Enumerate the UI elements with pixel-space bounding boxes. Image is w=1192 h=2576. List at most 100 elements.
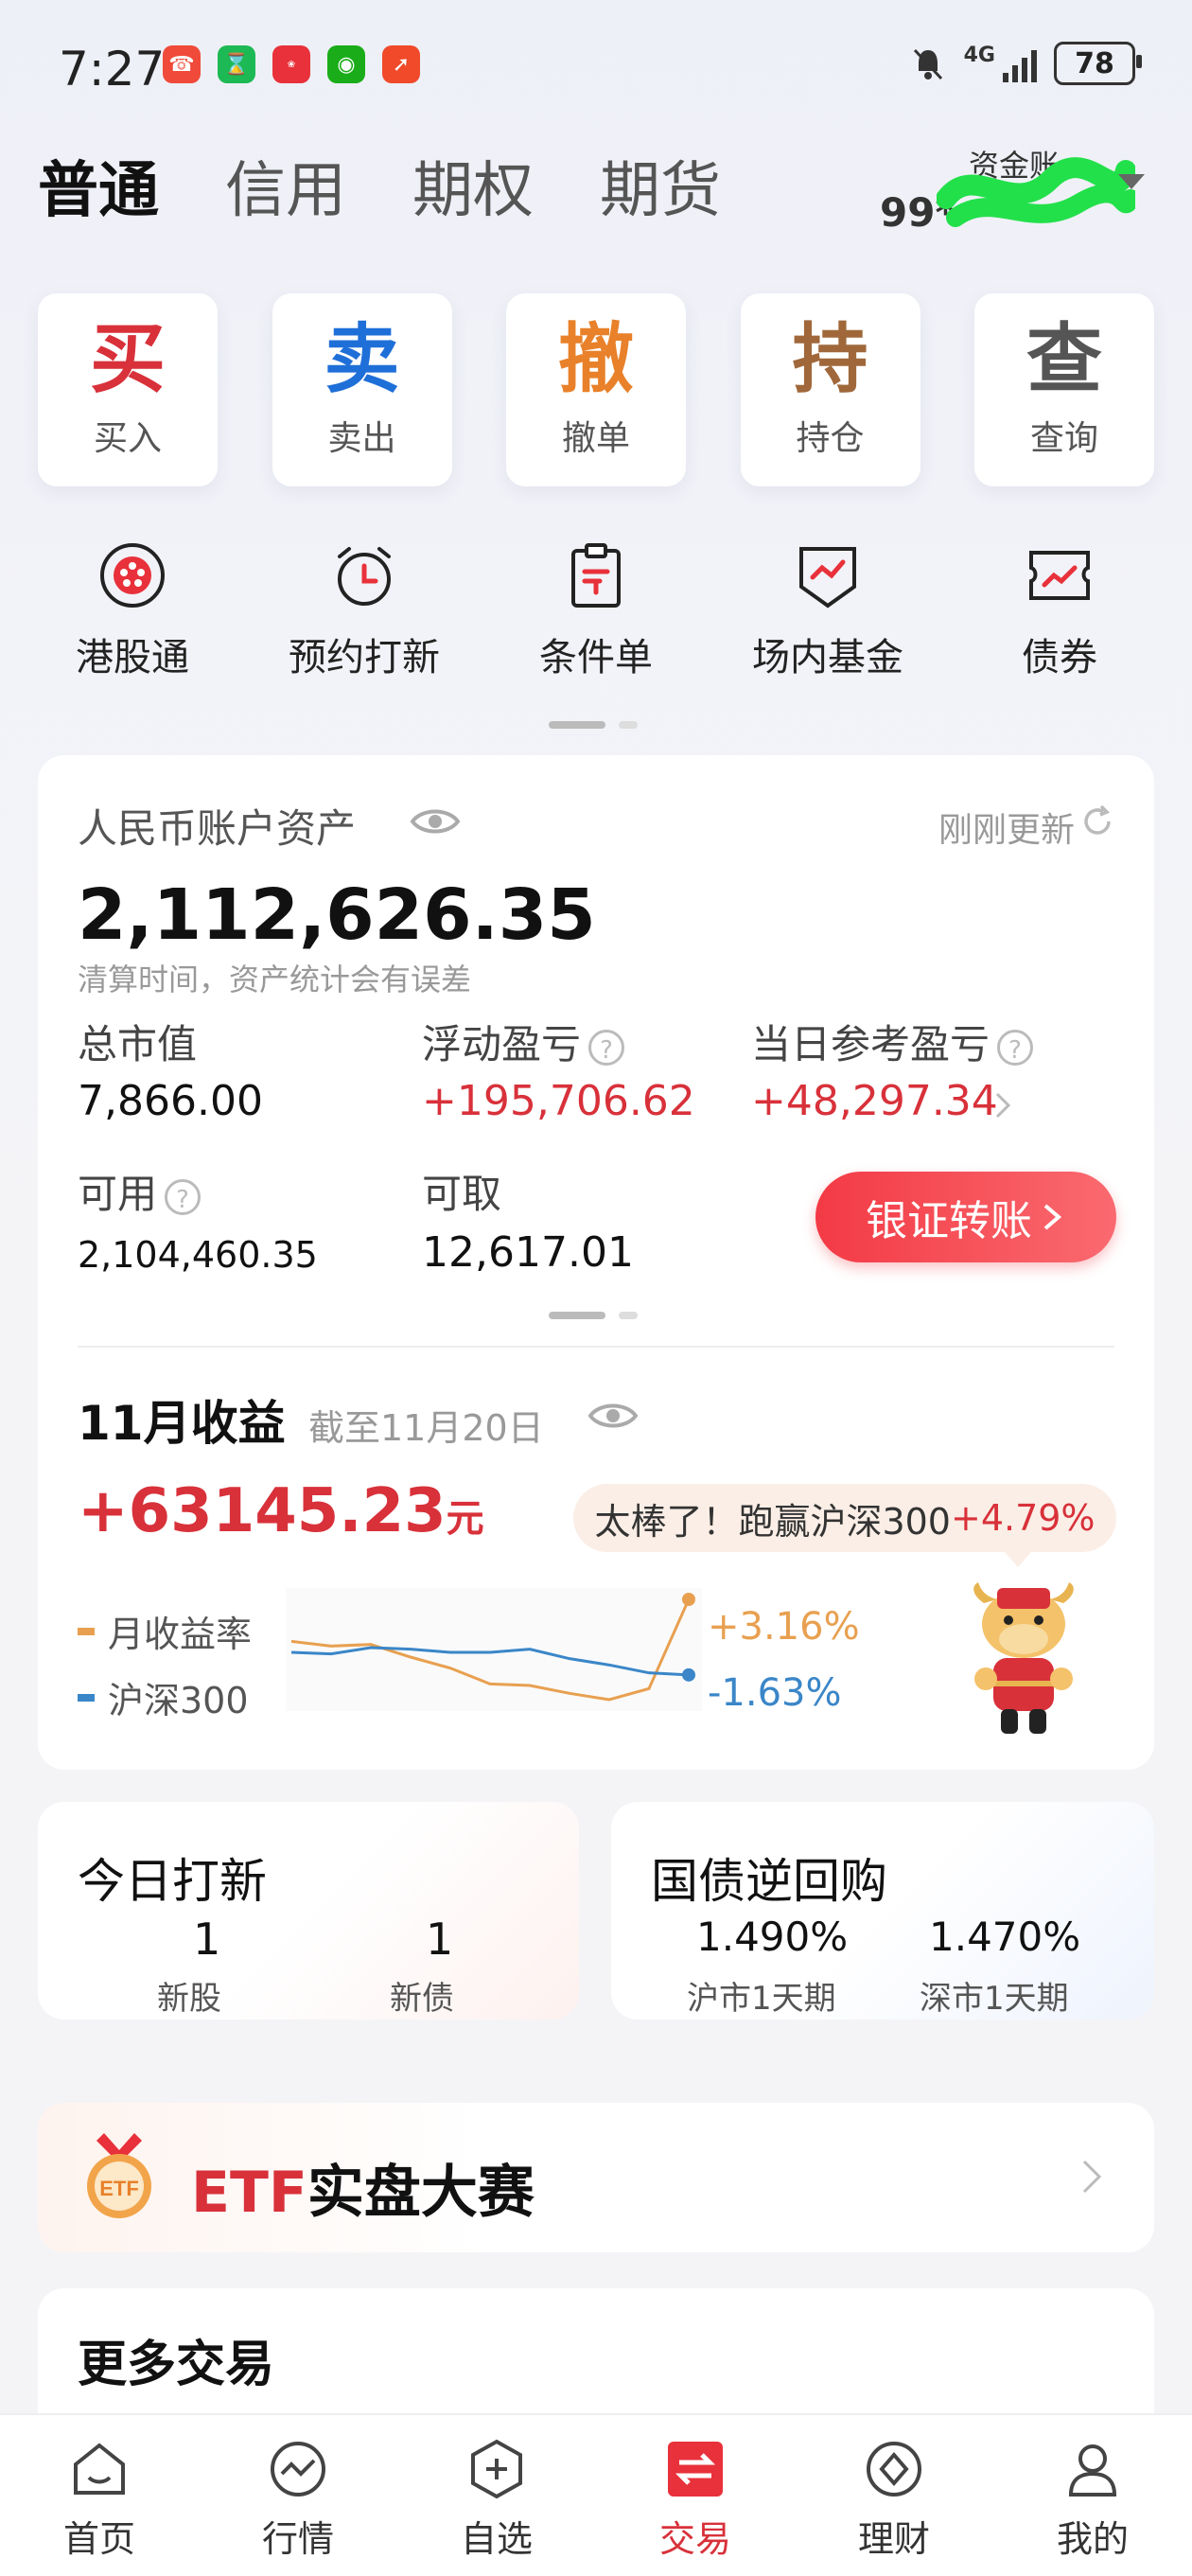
help-icon[interactable]: ?	[165, 1179, 201, 1215]
nav-label: 首页	[63, 2510, 135, 2562]
quick-hk-connect[interactable]: 港股通	[38, 539, 227, 681]
page-indicator	[549, 721, 638, 729]
index-point	[682, 1668, 695, 1682]
positions-button[interactable]: 持 持仓	[741, 293, 920, 486]
quick-bonds[interactable]: 债券	[965, 539, 1154, 681]
bubble-text: 太棒了！跑赢沪深300	[594, 1492, 951, 1544]
etf-suffix: 实盘大赛	[307, 2160, 535, 2226]
huawei-app-icon: ❀	[272, 45, 310, 83]
eye-icon[interactable]	[409, 804, 462, 838]
new-bonds-label: 新债	[390, 1972, 454, 2019]
sell-glyph: 卖	[324, 314, 400, 405]
eye-icon[interactable]	[587, 1399, 640, 1433]
query-label: 查询	[1030, 411, 1098, 460]
trade-actions: 买 买入 卖 卖出 撤 撤单 持 持仓 查 查询	[38, 293, 1154, 486]
quick-entries: 港股通 预约打新 条件单 场内基金 债券	[38, 539, 1154, 681]
nav-label: 自选	[461, 2510, 533, 2562]
daily-pl-label: 当日参考盈亏	[751, 1021, 990, 1067]
tab-credit[interactable]: 信用	[225, 142, 346, 229]
monthly-as-of: 截至11月20日	[308, 1399, 544, 1451]
etf-contest-banner[interactable]: ETF ETF实盘大赛	[38, 2103, 1154, 2252]
sell-button[interactable]: 卖 卖出	[272, 293, 452, 486]
trade-icon	[662, 2436, 728, 2502]
sell-label: 卖出	[327, 411, 395, 460]
transfer-label: 银证转账	[866, 1187, 1032, 1247]
profile-icon	[1060, 2436, 1126, 2502]
refresh-icon[interactable]	[1080, 804, 1114, 838]
sz-repo-label: 深市1天期	[920, 1972, 1069, 2019]
buy-button[interactable]: 买 买入	[38, 293, 218, 486]
nav-label: 行情	[262, 2510, 334, 2562]
account-selector[interactable]: 资金账 99*	[861, 142, 1145, 246]
wealth-icon	[861, 2436, 927, 2502]
index-rate: -1.63%	[708, 1671, 842, 1715]
market-icon	[265, 2436, 331, 2502]
new-stocks-label: 新股	[157, 1972, 221, 2019]
cancel-order-button[interactable]: 撤 撤单	[506, 293, 686, 486]
quick-label: 条件单	[539, 626, 653, 681]
help-icon[interactable]: ?	[588, 1030, 624, 1066]
status-time: 7:27	[59, 42, 165, 97]
nav-profile[interactable]: 我的	[1008, 2415, 1178, 2576]
divider	[78, 1346, 1114, 1348]
mute-bell-icon	[909, 44, 947, 82]
asset-card: 人民币账户资产 刚刚更新 2,112,626.35 清算时间，资产统计会有误差 …	[38, 755, 1154, 1770]
ox-mascot-icon	[965, 1575, 1082, 1741]
floating-pl: +195,706.62	[422, 1077, 695, 1125]
clipboard-icon	[560, 539, 632, 611]
nav-trade[interactable]: 交易	[610, 2415, 780, 2576]
floating-pl-label-row: 浮动盈亏?	[422, 1013, 624, 1070]
daily-pl-label-row: 当日参考盈亏?	[751, 1013, 1033, 1070]
account-type-tabs: 普通 信用 期权 期货	[38, 142, 721, 229]
daily-pl[interactable]: +48,297.34	[751, 1077, 998, 1125]
chevron-down-icon	[1118, 174, 1145, 189]
phone-app-icon: ☎	[163, 45, 201, 83]
nav-watchlist[interactable]: 自选	[412, 2415, 582, 2576]
monthly-unit: 元	[447, 1497, 484, 1541]
more-trade-title: 更多交易	[78, 2324, 274, 2395]
bank-transfer-button[interactable]: 银证转账	[815, 1172, 1116, 1262]
available-label: 可用	[78, 1171, 157, 1217]
legend-index: 沪深300	[78, 1671, 249, 1723]
quick-exchange-fund[interactable]: 场内基金	[733, 539, 922, 681]
treasury-repo-card[interactable]: 国债逆回购 1.490% 沪市1天期 1.470% 深市1天期	[611, 1802, 1154, 2020]
nav-label: 交易	[659, 2510, 731, 2562]
nav-wealth[interactable]: 理财	[809, 2415, 979, 2576]
positions-label: 持仓	[796, 411, 864, 460]
available-funds: 2,104,460.35	[78, 1234, 318, 1276]
nav-label: 理财	[858, 2510, 930, 2562]
nav-home[interactable]: 首页	[14, 2415, 184, 2576]
bond-ticket-icon	[1024, 539, 1096, 611]
asset-note: 清算时间，资产统计会有误差	[78, 956, 471, 999]
monthly-rate: +3.16%	[708, 1605, 860, 1649]
battery-level: 78	[1075, 47, 1114, 80]
sh-repo-rate: 1.490%	[696, 1914, 848, 1960]
quick-conditional-order[interactable]: 条件单	[501, 539, 691, 681]
tab-futures[interactable]: 期货	[600, 142, 721, 229]
repo-title: 国债逆回购	[651, 1844, 887, 1912]
battery-icon: 78	[1054, 42, 1135, 85]
bubble-value: +4.79%	[951, 1497, 1096, 1539]
withdrawable-label: 可取	[422, 1162, 501, 1220]
ipo-title: 今日打新	[78, 1844, 267, 1912]
hk-connect-icon	[96, 539, 168, 611]
help-icon[interactable]: ?	[997, 1030, 1033, 1066]
total-assets: 2,112,626.35	[78, 874, 596, 956]
quick-ipo-reserve[interactable]: 预约打新	[270, 539, 459, 681]
nav-label: 我的	[1057, 2510, 1129, 2562]
bottom-nav: 首页 行情 自选 交易 理财 我的	[0, 2413, 1192, 2576]
stock-app-icon: ➚	[382, 45, 420, 83]
wechat-app-icon: ◉	[327, 45, 365, 83]
ipo-card[interactable]: 今日打新 1 新股 1 新债	[38, 1802, 579, 2020]
tab-options[interactable]: 期权	[412, 142, 534, 229]
buy-glyph: 买	[90, 314, 166, 405]
query-button[interactable]: 查 查询	[974, 293, 1154, 486]
monthly-rate-point	[682, 1593, 695, 1606]
positions-glyph: 持	[793, 314, 868, 405]
market-value: 7,866.00	[78, 1077, 263, 1125]
watchlist-icon	[464, 2436, 530, 2502]
nav-market[interactable]: 行情	[213, 2415, 383, 2576]
outperform-bubble: 太棒了！跑赢沪深300+4.79%	[573, 1484, 1116, 1552]
tab-normal[interactable]: 普通	[38, 142, 159, 229]
quick-label: 债券	[1022, 626, 1097, 681]
